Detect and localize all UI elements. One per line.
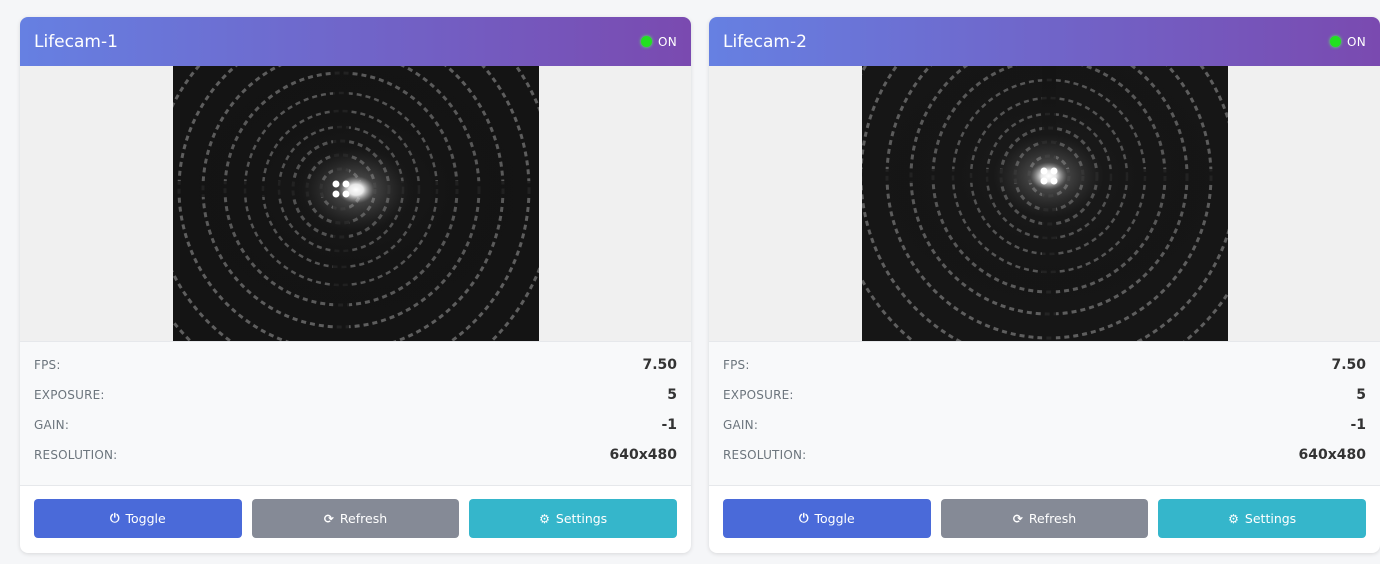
stat-row-gain: GAIN: -1 — [34, 410, 677, 440]
stat-row-resolution: RESOLUTION: 640x480 — [723, 440, 1366, 470]
status-text: ON — [657, 34, 677, 49]
status-dot-icon — [640, 36, 652, 47]
camera-stats: FPS: 7.50 EXPOSURE: 5 GAIN: -1 RESOLUTIO… — [709, 341, 1380, 486]
refresh-icon: ⟳ — [323, 511, 334, 526]
camera-header: Lifecam-2 ON — [709, 17, 1380, 66]
stat-row-resolution: RESOLUTION: 640x480 — [34, 440, 677, 470]
gear-icon: ⚙ — [539, 511, 550, 526]
toggle-button[interactable]: ⏻ Toggle — [34, 499, 242, 538]
camera-card: Lifecam-1 ON FPS: 7.50 EXPOSURE: 5 GAIN:… — [20, 17, 691, 553]
stat-row-fps: FPS: 7.50 — [34, 350, 677, 380]
camera-stream — [20, 66, 691, 341]
settings-button[interactable]: ⚙ Settings — [469, 499, 678, 538]
camera-feed-image — [172, 66, 539, 341]
toggle-label: Toggle — [814, 511, 855, 526]
stat-value: 640x480 — [1298, 447, 1366, 463]
stat-label: GAIN: — [34, 418, 70, 432]
stat-label: GAIN: — [723, 418, 759, 432]
camera-title: Lifecam-2 — [723, 31, 807, 52]
stat-value: 7.50 — [1331, 357, 1366, 373]
toggle-button[interactable]: ⏻ Toggle — [723, 499, 931, 538]
refresh-button[interactable]: ⟳ Refresh — [251, 499, 460, 538]
refresh-icon: ⟳ — [1012, 511, 1023, 526]
stat-label: FPS: — [723, 358, 750, 372]
stat-value: -1 — [661, 417, 677, 433]
stat-value: 7.50 — [642, 357, 677, 373]
camera-title: Lifecam-1 — [34, 31, 118, 52]
stat-label: RESOLUTION: — [34, 448, 118, 462]
camera-actions: ⏻ Toggle ⟳ Refresh ⚙ Settings — [20, 486, 691, 538]
toggle-label: Toggle — [125, 511, 166, 526]
status-dot-icon — [1329, 36, 1341, 47]
camera-header: Lifecam-1 ON — [20, 17, 691, 66]
stat-value: 640x480 — [609, 447, 677, 463]
camera-feed-image — [861, 66, 1228, 341]
power-icon: ⏻ — [109, 511, 120, 525]
stat-label: EXPOSURE: — [34, 388, 105, 402]
refresh-label: Refresh — [1028, 511, 1077, 526]
stat-row-exposure: EXPOSURE: 5 — [723, 380, 1366, 410]
stat-label: RESOLUTION: — [723, 448, 807, 462]
settings-label: Settings — [555, 511, 608, 526]
stat-row-exposure: EXPOSURE: 5 — [34, 380, 677, 410]
settings-button[interactable]: ⚙ Settings — [1158, 499, 1367, 538]
refresh-label: Refresh — [339, 511, 388, 526]
stat-label: FPS: — [34, 358, 61, 372]
status-indicator: ON — [640, 34, 677, 49]
camera-stream — [709, 66, 1380, 341]
stat-row-fps: FPS: 7.50 — [723, 350, 1366, 380]
stat-value: 5 — [1356, 387, 1366, 403]
camera-card: Lifecam-2 ON FPS: 7.50 EXPOSURE: 5 GAIN:… — [709, 17, 1380, 553]
camera-stats: FPS: 7.50 EXPOSURE: 5 GAIN: -1 RESOLUTIO… — [20, 341, 691, 486]
status-indicator: ON — [1329, 34, 1366, 49]
power-icon: ⏻ — [798, 511, 809, 525]
status-text: ON — [1346, 34, 1366, 49]
stat-label: EXPOSURE: — [723, 388, 794, 402]
camera-actions: ⏻ Toggle ⟳ Refresh ⚙ Settings — [709, 486, 1380, 538]
stat-row-gain: GAIN: -1 — [723, 410, 1366, 440]
settings-label: Settings — [1244, 511, 1297, 526]
refresh-button[interactable]: ⟳ Refresh — [940, 499, 1149, 538]
stat-value: 5 — [667, 387, 677, 403]
gear-icon: ⚙ — [1228, 511, 1239, 526]
stat-value: -1 — [1350, 417, 1366, 433]
camera-grid: Lifecam-1 ON FPS: 7.50 EXPOSURE: 5 GAIN:… — [10, 0, 1380, 564]
